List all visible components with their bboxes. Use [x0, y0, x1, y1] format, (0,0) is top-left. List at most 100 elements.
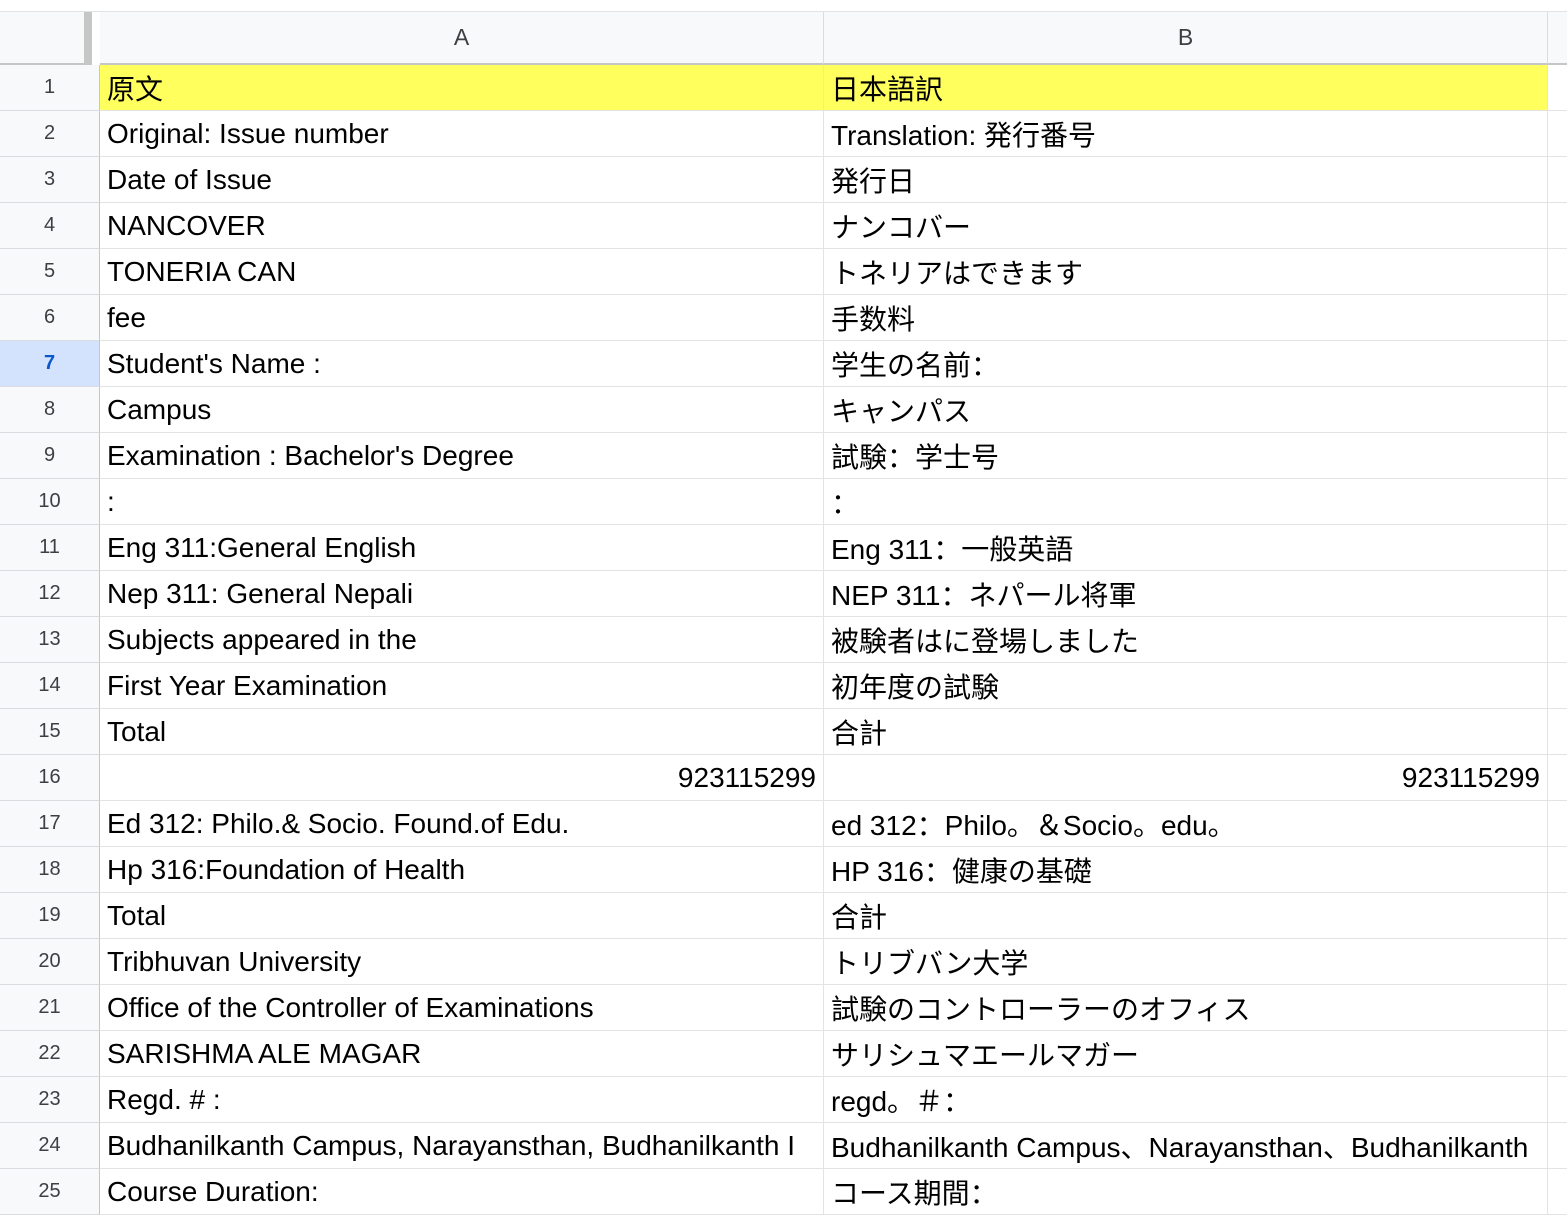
row-header[interactable]: 13	[0, 617, 100, 663]
cell-b14[interactable]: 初年度の試験	[824, 663, 1548, 709]
cell-b18[interactable]: HP 316：健康の基礎	[824, 847, 1548, 893]
cell-a16[interactable]: 923115299	[100, 755, 824, 801]
row-header[interactable]: 17	[0, 801, 100, 847]
cell-c17[interactable]	[1548, 801, 1567, 847]
cell-b12[interactable]: NEP 311：ネパール将軍	[824, 571, 1548, 617]
row-header[interactable]: 6	[0, 295, 100, 341]
cell-c4[interactable]	[1548, 203, 1567, 249]
cell-c13[interactable]	[1548, 617, 1567, 663]
row-header[interactable]: 18	[0, 847, 100, 893]
row-header[interactable]: 21	[0, 985, 100, 1031]
cell-c10[interactable]	[1548, 479, 1567, 525]
row-header[interactable]: 1	[0, 65, 100, 111]
cell-a1[interactable]: 原文	[100, 65, 824, 111]
cell-c9[interactable]	[1548, 433, 1567, 479]
row-header[interactable]: 12	[0, 571, 100, 617]
cell-b23[interactable]: regd。＃：	[824, 1077, 1548, 1123]
cell-a13[interactable]: Subjects appeared in the	[100, 617, 824, 663]
cell-c22[interactable]	[1548, 1031, 1567, 1077]
cell-c25[interactable]	[1548, 1169, 1567, 1215]
cell-a23[interactable]: Regd. # :	[100, 1077, 824, 1123]
cell-a18[interactable]: Hp 316:Foundation of Health	[100, 847, 824, 893]
row-header[interactable]: 24	[0, 1123, 100, 1169]
row-header[interactable]: 11	[0, 525, 100, 571]
cell-a14[interactable]: First Year Examination	[100, 663, 824, 709]
row-header[interactable]: 22	[0, 1031, 100, 1077]
cell-b16[interactable]: 923115299	[824, 755, 1548, 801]
row-header[interactable]: 19	[0, 893, 100, 939]
cell-b10[interactable]: ：	[824, 479, 1548, 525]
cell-b22[interactable]: サリシュマエールマガー	[824, 1031, 1548, 1077]
column-header-a[interactable]: A	[100, 12, 824, 65]
cell-c6[interactable]	[1548, 295, 1567, 341]
row-header[interactable]: 4	[0, 203, 100, 249]
cell-b11[interactable]: Eng 311：一般英語	[824, 525, 1548, 571]
cell-b17[interactable]: ed 312：Philo。＆Socio。edu。	[824, 801, 1548, 847]
cell-a2[interactable]: Original: Issue number	[100, 111, 824, 157]
cell-c20[interactable]	[1548, 939, 1567, 985]
cell-b13[interactable]: 被験者はに登場しました	[824, 617, 1548, 663]
cell-b5[interactable]: トネリアはできます	[824, 249, 1548, 295]
cell-a20[interactable]: Tribhuvan University	[100, 939, 824, 985]
cell-a3[interactable]: Date of Issue	[100, 157, 824, 203]
row-header[interactable]: 5	[0, 249, 100, 295]
cell-a19[interactable]: Total	[100, 893, 824, 939]
cell-b6[interactable]: 手数料	[824, 295, 1548, 341]
cell-b15[interactable]: 合計	[824, 709, 1548, 755]
cell-c18[interactable]	[1548, 847, 1567, 893]
row-header[interactable]: 23	[0, 1077, 100, 1123]
cell-a21[interactable]: Office of the Controller of Examinations	[100, 985, 824, 1031]
row-header[interactable]: 10	[0, 479, 100, 525]
cell-a24[interactable]: Budhanilkanth Campus, Narayansthan, Budh…	[100, 1123, 824, 1169]
cell-c24[interactable]	[1548, 1123, 1567, 1169]
cell-b3[interactable]: 発行日	[824, 157, 1548, 203]
cell-c23[interactable]	[1548, 1077, 1567, 1123]
row-header[interactable]: 7	[0, 341, 100, 387]
row-header[interactable]: 20	[0, 939, 100, 985]
cell-a15[interactable]: Total	[100, 709, 824, 755]
column-header-c[interactable]	[1548, 12, 1567, 65]
cell-b4[interactable]: ナンコバー	[824, 203, 1548, 249]
cell-a6[interactable]: fee	[100, 295, 824, 341]
cell-c16[interactable]	[1548, 755, 1567, 801]
cell-b19[interactable]: 合計	[824, 893, 1548, 939]
row-header[interactable]: 15	[0, 709, 100, 755]
cell-c7[interactable]	[1548, 341, 1567, 387]
cell-c11[interactable]	[1548, 525, 1567, 571]
row-header[interactable]: 9	[0, 433, 100, 479]
cell-c2[interactable]	[1548, 111, 1567, 157]
column-header-b[interactable]: B	[824, 12, 1548, 65]
cell-c5[interactable]	[1548, 249, 1567, 295]
cell-a5[interactable]: TONERIA CAN	[100, 249, 824, 295]
row-header[interactable]: 14	[0, 663, 100, 709]
select-all-corner[interactable]	[0, 12, 92, 65]
cell-a9[interactable]: Examination : Bachelor's Degree	[100, 433, 824, 479]
cell-a8[interactable]: Campus	[100, 387, 824, 433]
cell-c12[interactable]	[1548, 571, 1567, 617]
cell-c3[interactable]	[1548, 157, 1567, 203]
row-header[interactable]: 8	[0, 387, 100, 433]
cell-b21[interactable]: 試験のコントローラーのオフィス	[824, 985, 1548, 1031]
cell-b1[interactable]: 日本語訳	[824, 65, 1548, 111]
cell-c8[interactable]	[1548, 387, 1567, 433]
cell-b7[interactable]: 学生の名前：	[824, 341, 1548, 387]
cell-c14[interactable]	[1548, 663, 1567, 709]
cell-b24[interactable]: Budhanilkanth Campus、Narayansthan、Budhan…	[824, 1123, 1548, 1169]
cell-b20[interactable]: トリブバン大学	[824, 939, 1548, 985]
cell-b8[interactable]: キャンパス	[824, 387, 1548, 433]
cell-a25[interactable]: Course Duration:	[100, 1169, 824, 1215]
cell-a10[interactable]: :	[100, 479, 824, 525]
cell-a22[interactable]: SARISHMA ALE MAGAR	[100, 1031, 824, 1077]
cell-c19[interactable]	[1548, 893, 1567, 939]
cell-a17[interactable]: Ed 312: Philo.& Socio. Found.of Edu.	[100, 801, 824, 847]
row-header[interactable]: 16	[0, 755, 100, 801]
cell-a12[interactable]: Nep 311: General Nepali	[100, 571, 824, 617]
cell-b25[interactable]: コース期間：	[824, 1169, 1548, 1215]
cell-c15[interactable]	[1548, 709, 1567, 755]
cell-c1[interactable]	[1548, 65, 1567, 111]
cell-c21[interactable]	[1548, 985, 1567, 1031]
cell-b2[interactable]: Translation: 発行番号	[824, 111, 1548, 157]
cell-b9[interactable]: 試験：学士号	[824, 433, 1548, 479]
cell-a7[interactable]: Student's Name :	[100, 341, 824, 387]
cell-a11[interactable]: Eng 311:General English	[100, 525, 824, 571]
